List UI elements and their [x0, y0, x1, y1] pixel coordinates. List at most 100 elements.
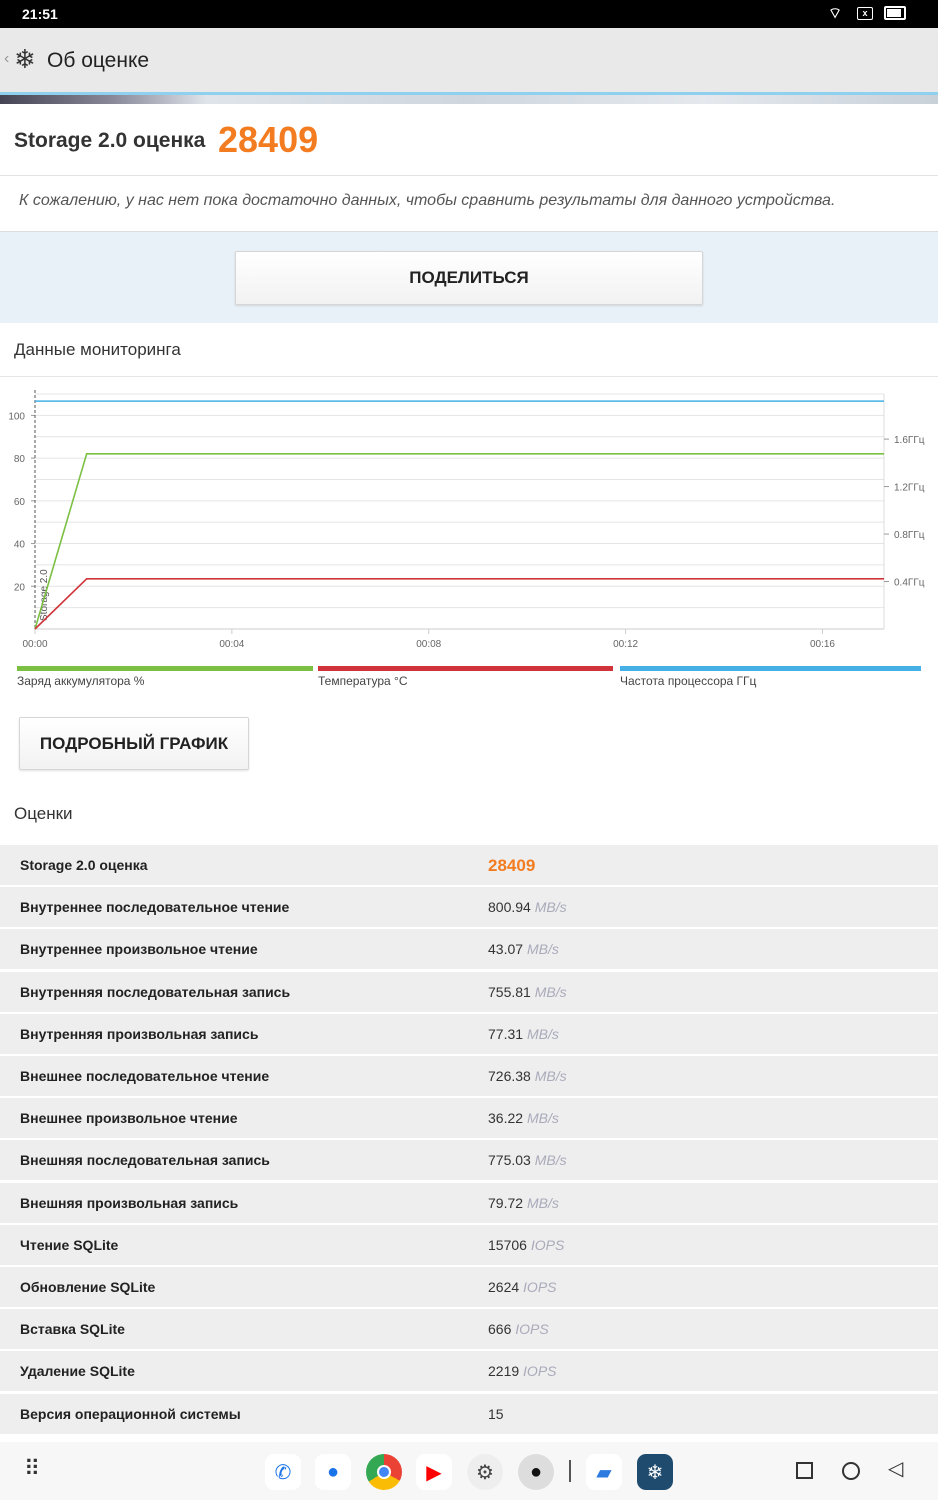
- app-drawer-icon[interactable]: ⠿: [24, 1456, 40, 1482]
- value-number: 726.38: [488, 1068, 531, 1084]
- value-number: 666: [488, 1321, 512, 1338]
- value-unit: IOPS: [523, 1279, 557, 1295]
- y-right-tick-label: 0.4ГГц: [894, 578, 925, 589]
- score-row-label: Чтение SQLite: [20, 1236, 119, 1253]
- legend-cpu: Частота процессора ГГц: [620, 674, 757, 688]
- value-number: 43.07: [488, 941, 524, 958]
- legend-temperature-swatch: [318, 666, 613, 671]
- y-right-tick-label: 1.2ГГц: [894, 483, 925, 494]
- recents-button[interactable]: [796, 1462, 813, 1479]
- value-number: 15: [488, 1405, 504, 1422]
- page-title: Об оценке: [47, 49, 150, 72]
- score-row: Вставка SQLite 666 IOPS: [0, 1309, 938, 1350]
- x-tick-label: 00:00: [22, 639, 47, 650]
- y-tick-label: 40: [14, 540, 26, 551]
- value-unit: MB/s: [534, 983, 567, 1000]
- score-row-value: 800.94 MB/s: [488, 899, 567, 915]
- y-right-tick-label: 0.8ГГц: [894, 530, 925, 541]
- back-icon[interactable]: ‹: [4, 50, 9, 68]
- chrome-app-icon[interactable]: [366, 1454, 402, 1490]
- camera-app-icon[interactable]: ●: [518, 1454, 554, 1490]
- value-number: 2219: [488, 1363, 520, 1380]
- score-row-value: 775.03 MB/s: [488, 1152, 567, 1168]
- score-row: Внешняя произвольная запись 79.72 MB/s: [0, 1182, 938, 1223]
- share-button[interactable]: ПОДЕЛИТЬСЯ: [235, 251, 703, 305]
- banner-image: [0, 92, 938, 104]
- score-label: Storage 2.0 оценка: [14, 129, 206, 152]
- value-number: 79.72: [488, 1194, 524, 1211]
- score-row: Внутреннее произвольное чтение 43.07 MB/s: [0, 929, 938, 970]
- phone-app-icon[interactable]: ✆: [265, 1454, 301, 1490]
- value-number: 755.81: [488, 983, 531, 1000]
- y-right-tick-label: 1.6ГГц: [894, 435, 925, 446]
- value-number: 77.31: [488, 1025, 524, 1042]
- score-row: Обновление SQLite 2624 IOPS: [0, 1267, 938, 1307]
- x-tick-label: 00:08: [416, 639, 441, 650]
- score-card: Storage 2.0 оценка 28409 К сожалению, у …: [0, 104, 938, 232]
- value-unit: MB/s: [534, 899, 567, 916]
- comparison-note: К сожалению, у нас нет пока достаточно д…: [19, 192, 836, 209]
- score-row-value: 79.72 MB/s: [488, 1195, 559, 1211]
- messages-app-icon[interactable]: ●: [315, 1454, 351, 1490]
- legend-cpu-swatch: [620, 666, 921, 671]
- monitoring-title: Данные мониторинга: [14, 340, 181, 359]
- scores-title: Оценки: [14, 804, 73, 823]
- score-row: Внешнее последовательное чтение 726.38 MB…: [0, 1056, 938, 1096]
- score-row-value: 2219 IOPS: [488, 1363, 557, 1379]
- score-row: Чтение SQLite 15706 IOPS: [0, 1224, 938, 1265]
- settings-app-icon[interactable]: ⚙: [467, 1454, 503, 1490]
- value-unit: MB/s: [526, 1025, 559, 1042]
- wifi-icon: ⌔: [828, 5, 843, 22]
- dock-divider: [569, 1460, 571, 1482]
- value-unit: MB/s: [526, 1110, 559, 1127]
- value-unit: IOPS: [530, 1236, 565, 1253]
- score-row-label: Версия операционной системы: [20, 1405, 241, 1422]
- score-row-label: Внешняя последовательная запись: [20, 1152, 270, 1169]
- value-unit: MB/s: [526, 1194, 559, 1211]
- x-tick-label: 00:12: [613, 639, 638, 650]
- detailed-graph-button[interactable]: ПОДРОБНЫЙ ГРАФИК: [19, 717, 249, 770]
- score-row-value: 28409: [488, 856, 535, 876]
- value-number: 2624: [488, 1279, 520, 1295]
- score-row: Внутренняя последовательная запись 755.81…: [0, 971, 938, 1012]
- score-row-value: 77.31 MB/s: [488, 1026, 559, 1042]
- score-row-value: 666 IOPS: [488, 1321, 549, 1337]
- score-row-label: Внутренняя произвольная запись: [20, 1025, 259, 1042]
- value-unit: MB/s: [534, 1068, 567, 1084]
- score-row: Внутренняя произвольная запись 77.31 MB/s: [0, 1013, 938, 1054]
- value-unit: IOPS: [515, 1321, 549, 1338]
- sim-icon: x: [857, 7, 873, 20]
- score-row-label: Внутреннее последовательное чтение: [20, 899, 290, 916]
- y-tick-label: 80: [14, 454, 26, 465]
- x-tick-label: 00:16: [810, 639, 835, 650]
- legend-temperature: Температура °C: [318, 674, 408, 688]
- value-unit: MB/s: [534, 1152, 567, 1169]
- score-value: 28409: [218, 119, 319, 160]
- score-row-label: Внешнее последовательное чтение: [20, 1068, 270, 1084]
- value-unit: MB/s: [526, 941, 559, 958]
- score-row-label: Обновление SQLite: [20, 1279, 156, 1295]
- 3dmark-app-icon[interactable]: ❄: [637, 1454, 673, 1490]
- home-button[interactable]: [842, 1462, 860, 1480]
- battery-icon: [884, 6, 906, 20]
- snowflake-logo-icon[interactable]: ❄: [14, 44, 36, 75]
- score-row-value: 15: [488, 1406, 504, 1422]
- score-row-label: Внутренняя последовательная запись: [20, 983, 291, 1000]
- score-row: Внешнее произвольное чтение 36.22 MB/s: [0, 1098, 938, 1139]
- value-number: 28409: [488, 856, 536, 875]
- app-bar: ‹ ❄ Об оценке: [0, 28, 938, 92]
- back-button[interactable]: ◁: [888, 1456, 903, 1481]
- score-row: Версия операционной системы 15: [0, 1393, 938, 1434]
- value-number: 15706: [488, 1236, 527, 1253]
- value-number: 36.22: [488, 1110, 524, 1127]
- youtube-app-icon[interactable]: ▶: [416, 1454, 452, 1490]
- clock: 21:51: [22, 6, 58, 22]
- score-row: Удаление SQLite 2219 IOPS: [0, 1351, 938, 1392]
- value-unit: IOPS: [523, 1363, 557, 1380]
- status-bar: 21:51 ⌔ x: [0, 0, 938, 28]
- score-row: Внутреннее последовательное чтение 800.94…: [0, 887, 938, 928]
- value-number: 775.03: [488, 1152, 531, 1169]
- files-app-icon[interactable]: ▰: [586, 1454, 622, 1490]
- score-row: Storage 2.0 оценка 28409: [0, 845, 938, 885]
- score-row-value: 36.22 MB/s: [488, 1110, 559, 1126]
